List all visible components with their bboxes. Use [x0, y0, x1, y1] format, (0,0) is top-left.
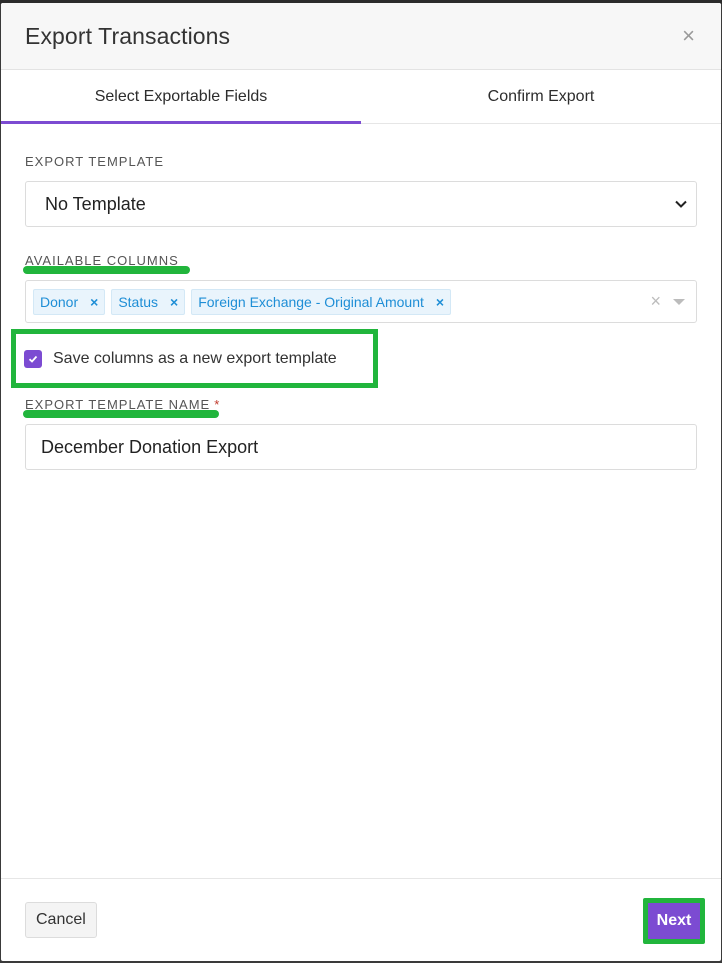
save-template-highlight: Save columns as a new export template	[11, 329, 378, 388]
caret-down-icon[interactable]	[673, 298, 685, 305]
save-template-checkbox[interactable]	[24, 349, 42, 368]
modal-header: Export Transactions ×	[1, 3, 721, 70]
column-chip: Status ×	[111, 288, 186, 315]
modal-body: EXPORT TEMPLATE No Template AVAILABLE CO…	[1, 124, 721, 470]
column-chip: Donor ×	[33, 288, 106, 315]
export-template-value: No Template	[45, 193, 146, 214]
modal-footer: Cancel Next	[1, 878, 721, 961]
highlight-underline	[23, 266, 190, 274]
highlight-underline	[23, 410, 219, 418]
multiselect-controls: ×	[650, 281, 685, 322]
clear-all-icon[interactable]: ×	[650, 291, 661, 312]
available-columns-multiselect[interactable]: Donor × Status × Foreign Exchange - Orig…	[25, 280, 697, 323]
export-template-label: EXPORT TEMPLATE	[25, 154, 165, 169]
tab-confirm-export[interactable]: Confirm Export	[361, 70, 721, 123]
check-icon	[28, 355, 38, 363]
remove-chip-icon[interactable]: ×	[432, 294, 450, 310]
save-template-label: Save columns as a new export template	[53, 349, 337, 367]
next-button[interactable]: Next	[648, 903, 700, 939]
chip-label-foreign-exchange: Foreign Exchange - Original Amount	[198, 293, 424, 310]
column-chip: Foreign Exchange - Original Amount ×	[191, 288, 452, 315]
remove-chip-icon[interactable]: ×	[166, 294, 184, 310]
chevron-down-icon	[675, 200, 687, 208]
export-template-name-input[interactable]	[25, 424, 697, 470]
export-template-name-label: EXPORT TEMPLATE NAME *	[23, 397, 220, 418]
available-columns-label: AVAILABLE COLUMNS	[23, 253, 190, 274]
chip-label-status: Status	[118, 293, 159, 310]
close-icon[interactable]: ×	[682, 25, 695, 47]
remove-chip-icon[interactable]: ×	[86, 294, 104, 310]
tab-select-exportable-fields[interactable]: Select Exportable Fields	[1, 70, 361, 124]
cancel-button[interactable]: Cancel	[25, 902, 97, 938]
export-template-select[interactable]: No Template	[25, 181, 697, 227]
export-transactions-modal: Export Transactions × Select Exportable …	[1, 3, 721, 961]
chip-label-donor: Donor	[40, 293, 79, 310]
tab-bar: Select Exportable Fields Confirm Export	[1, 70, 721, 124]
next-button-highlight: Next	[643, 898, 705, 944]
modal-title: Export Transactions	[25, 22, 231, 49]
